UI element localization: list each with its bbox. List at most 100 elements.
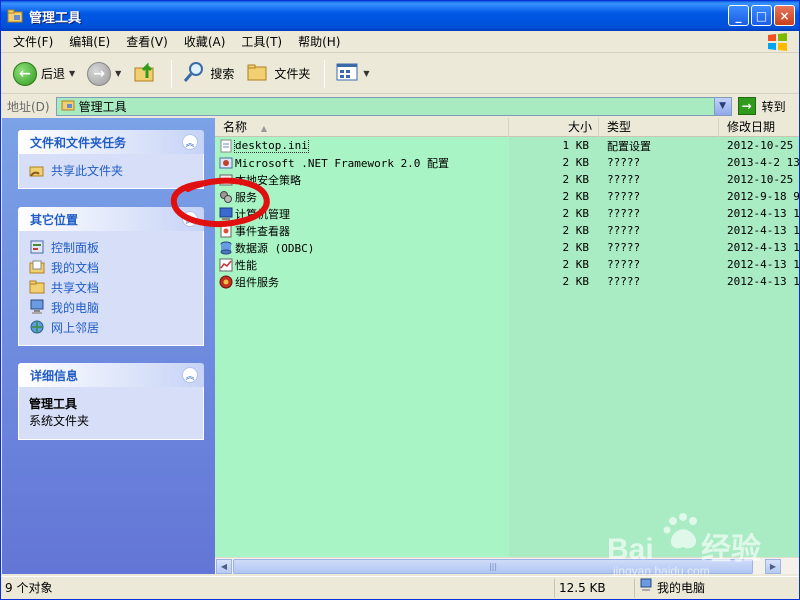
menu-bar: 文件(F) 编辑(E) 查看(V) 收藏(A) 工具(T) 帮助(H) <box>1 31 799 53</box>
status-object-count: 9 个对象 <box>1 578 555 598</box>
menu-help[interactable]: 帮助(H) <box>290 32 348 52</box>
search-label: 搜索 <box>210 67 235 81</box>
file-name: Microsoft .NET Framework 2.0 配置 <box>235 156 450 170</box>
place-my-computer[interactable]: 我的电脑 <box>29 297 193 317</box>
file-type: ????? <box>607 190 641 203</box>
file-size: 2 KB <box>562 241 590 254</box>
file-date: 2012-4-13 1 <box>727 258 799 271</box>
file-row[interactable]: 组件服务 2 KB????? 2012-4-13 1 <box>215 273 799 290</box>
svg-text:Bai: Bai <box>607 533 654 566</box>
file-size: 2 KB <box>562 207 590 220</box>
column-size[interactable]: 大小 <box>509 118 599 137</box>
details-title: 详细信息 <box>30 368 79 383</box>
address-dropdown-icon[interactable]: ▼ <box>713 97 731 115</box>
forward-button[interactable]: → ▼ <box>83 58 125 90</box>
address-label: 地址(D) <box>7 99 50 114</box>
menu-favorites[interactable]: 收藏(A) <box>176 32 234 52</box>
file-row[interactable]: 事件查看器 2 KB????? 2012-4-13 1 <box>215 222 799 239</box>
views-dropdown-icon[interactable]: ▼ <box>363 69 369 78</box>
file-row[interactable]: 本地安全策略 2 KB????? 2012-10-25 <box>215 171 799 188</box>
place-my-documents[interactable]: 我的文档 <box>29 257 193 277</box>
views-button[interactable]: ▼ <box>331 58 373 90</box>
title-bar[interactable]: 管理工具 _ □ × <box>1 1 799 31</box>
column-date[interactable]: 修改日期 <box>719 118 799 137</box>
toolbar-separator <box>171 59 173 88</box>
file-row[interactable]: 服务 2 KB????? 2012-9-18 9 <box>215 188 799 205</box>
up-button[interactable] <box>129 58 161 90</box>
file-size: 2 KB <box>562 275 590 288</box>
file-name-cell[interactable]: 性能 <box>215 257 509 273</box>
file-name-cell[interactable]: desktop.ini <box>215 138 509 153</box>
control-panel-icon <box>29 239 45 255</box>
svg-text:jingyan.baidu.com: jingyan.baidu.com <box>612 564 710 577</box>
file-list-view[interactable]: 名称 ▲ 大小 类型 修改日期 desktop.ini 1 KB 配置设置 2012-… <box>215 118 799 557</box>
back-arrow-icon: ← <box>13 61 37 86</box>
toolbar-separator <box>324 59 326 88</box>
address-input[interactable]: 管理工具 ▼ <box>55 96 732 116</box>
ini-file-icon <box>220 139 232 152</box>
file-date: 2012-10-25 <box>727 173 794 186</box>
file-type: ????? <box>607 258 641 271</box>
back-dropdown-icon[interactable]: ▼ <box>69 69 75 78</box>
details-box: 详细信息 ︽ 管理工具 系统文件夹 <box>18 363 204 440</box>
svg-text:经验: 经验 <box>701 532 761 566</box>
file-row[interactable]: 计算机管理 2 KB????? 2012-4-13 1 <box>215 205 799 222</box>
file-tasks-header[interactable]: 文件和文件夹任务 ︽ <box>18 130 204 154</box>
menu-tools[interactable]: 工具(T) <box>233 32 290 52</box>
my-computer-icon <box>29 299 45 315</box>
file-name-cell[interactable]: Microsoft .NET Framework 2.0 配置 <box>215 155 509 171</box>
file-name-cell[interactable]: 数据源 (ODBC) <box>215 240 509 256</box>
file-type: 配置设置 <box>607 139 651 153</box>
share-folder-label: 共享此文件夹 <box>51 163 124 178</box>
file-date: 2012-4-13 1 <box>727 207 799 220</box>
file-name: 数据源 (ODBC) <box>235 241 315 255</box>
details-header[interactable]: 详细信息 ︽ <box>18 363 204 387</box>
search-icon <box>182 60 206 87</box>
file-size: 2 KB <box>562 190 590 203</box>
place-shared-documents[interactable]: 共享文档 <box>29 277 193 297</box>
place-network[interactable]: 网上邻居 <box>29 317 193 337</box>
network-places-icon <box>29 319 45 335</box>
column-type[interactable]: 类型 <box>599 118 719 137</box>
file-type: ????? <box>607 156 641 169</box>
file-date: 2013-4-2 13 <box>727 156 799 169</box>
admin-tools-small-icon <box>61 98 75 115</box>
file-date: 2012-10-25 <box>727 139 794 152</box>
collapse-icon[interactable]: ︽ <box>182 134 198 150</box>
file-name-cell[interactable]: 组件服务 <box>215 274 509 290</box>
file-row[interactable]: 性能 2 KB????? 2012-4-13 1 <box>215 256 799 273</box>
status-location-label: 我的电脑 <box>657 580 706 595</box>
close-button[interactable]: × <box>774 5 795 26</box>
file-name: desktop.ini <box>234 138 309 153</box>
windows-logo-icon <box>765 32 791 52</box>
menu-view[interactable]: 查看(V) <box>118 32 176 52</box>
scroll-left-icon[interactable]: ◀ <box>216 559 232 574</box>
go-button[interactable]: → 转到 <box>737 97 786 115</box>
file-size: 2 KB <box>562 224 590 237</box>
menu-file[interactable]: 文件(F) <box>5 32 61 52</box>
toolbar: ← 后退 ▼ → ▼ 搜索 文件夹 ▼ <box>1 54 799 94</box>
maximize-button[interactable]: □ <box>751 5 772 26</box>
back-button[interactable]: ← 后退 ▼ <box>9 58 79 90</box>
file-date: 2012-4-13 1 <box>727 241 799 254</box>
shared-documents-icon <box>29 279 45 295</box>
forward-dropdown-icon[interactable]: ▼ <box>115 69 121 78</box>
collapse-icon[interactable]: ︽ <box>182 367 198 383</box>
net-config-icon <box>219 157 233 168</box>
column-name[interactable]: 名称 ▲ <box>215 118 509 137</box>
my-documents-icon <box>29 259 45 275</box>
menu-edit[interactable]: 编辑(E) <box>61 32 118 52</box>
file-row[interactable]: 数据源 (ODBC) 2 KB????? 2012-4-13 1 <box>215 239 799 256</box>
file-row[interactable]: Microsoft .NET Framework 2.0 配置 2 KB?????… <box>215 154 799 171</box>
address-bar: 地址(D) 管理工具 ▼ → 转到 <box>1 95 799 117</box>
place-control-panel[interactable]: 控制面板 <box>29 237 193 257</box>
status-location: 我的电脑 <box>635 578 795 598</box>
shared-documents-label: 共享文档 <box>51 280 100 295</box>
file-row[interactable]: desktop.ini 1 KB 配置设置 2012-10-25 <box>215 137 799 154</box>
folder-up-icon <box>133 60 157 87</box>
minimize-button[interactable]: _ <box>728 5 749 26</box>
file-rows: desktop.ini 1 KB 配置设置 2012-10-25 Microsoft .… <box>215 137 799 290</box>
window-title: 管理工具 <box>29 10 82 26</box>
search-button[interactable]: 搜索 <box>178 58 238 90</box>
folders-button[interactable]: 文件夹 <box>242 58 314 90</box>
